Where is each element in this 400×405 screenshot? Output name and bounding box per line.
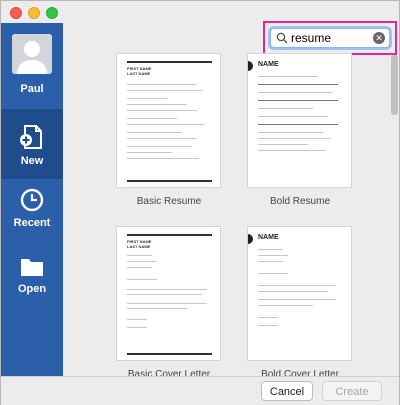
thumb-line (258, 138, 330, 139)
template-bold-resume[interactable]: NAME Bold Resume (247, 53, 352, 207)
template-basic-resume[interactable]: FIRST NAME LAST NAME Basic Resume (116, 53, 221, 207)
sidebar-item-recent[interactable]: Recent (1, 179, 63, 249)
template-thumbnail[interactable]: NAME (247, 226, 352, 361)
thumb-line (258, 273, 288, 274)
avatar (12, 34, 52, 74)
thumb-line (127, 132, 182, 133)
thumb-last-name: LAST NAME (127, 244, 151, 249)
thumb-line (127, 124, 205, 125)
thumb-line (127, 118, 177, 119)
thumb-line (258, 144, 308, 145)
sidebar-item-user[interactable]: Paul (1, 23, 63, 101)
thumb-line (258, 76, 318, 77)
thumb-line (127, 110, 197, 111)
thumb-line (258, 317, 278, 318)
template-name: Basic Resume (136, 196, 202, 207)
template-thumbnail[interactable]: FIRST NAME LAST NAME (116, 53, 221, 188)
thumb-line (258, 305, 313, 306)
thumb-line (127, 255, 152, 256)
sidebar-item-open-label: Open (17, 283, 47, 295)
scrollbar[interactable] (391, 55, 398, 115)
thumb-line (258, 261, 283, 262)
thumb-bottom-bar (127, 353, 212, 355)
sidebar-item-recent-label: Recent (13, 217, 51, 229)
thumb-line (127, 294, 202, 295)
thumb-line (127, 279, 157, 280)
template-basic-cover-letter[interactable]: FIRST NAME LAST NAME Basic Cover Letter (116, 226, 221, 380)
thumb-line (127, 104, 187, 105)
footer-bar: Cancel Create (1, 376, 399, 405)
thumb-line (258, 291, 328, 292)
thumb-line (258, 255, 288, 256)
sidebar-item-new[interactable]: New (1, 109, 63, 179)
template-thumbnail[interactable]: NAME (247, 53, 352, 188)
template-name: Bold Resume (269, 196, 331, 207)
search-icon (276, 32, 288, 44)
thumb-line (127, 327, 147, 328)
create-button[interactable]: Create (322, 381, 382, 401)
thumb-line (127, 138, 197, 139)
close-window-button[interactable] (10, 7, 22, 19)
thumb-line (127, 152, 172, 153)
thumb-name: NAME (258, 234, 279, 241)
thumb-line (127, 308, 187, 309)
thumb-accent-tab (248, 61, 253, 71)
thumb-line (127, 289, 207, 290)
thumb-line (258, 92, 333, 93)
thumb-name-block: FIRST NAME LAST NAME (127, 66, 151, 76)
thumb-top-bar (127, 61, 212, 63)
thumb-top-bar (127, 234, 212, 236)
thumb-line (127, 319, 147, 320)
thumb-line (258, 249, 283, 250)
thumb-line (258, 108, 313, 109)
user-silhouette-icon (12, 34, 52, 74)
thumb-line (127, 303, 207, 304)
sidebar-item-open[interactable]: Open (1, 245, 63, 315)
template-thumbnail[interactable]: FIRST NAME LAST NAME (116, 226, 221, 361)
template-content-area: ✕ FIRST NAME LAST NAME (63, 21, 399, 380)
user-name: Paul (20, 83, 44, 95)
template-bold-cover-letter[interactable]: NAME Bold Cover Letter (247, 226, 352, 380)
thumb-accent-tab (248, 234, 253, 244)
thumb-last-name: LAST NAME (127, 71, 151, 76)
template-gallery-window: Paul New Recent Open resume ✕ FIRST NAME… (0, 0, 400, 405)
title-bar (1, 1, 399, 23)
search-input[interactable] (291, 30, 371, 46)
folder-icon (21, 259, 43, 276)
thumb-line (258, 285, 336, 286)
thumb-line (258, 84, 338, 85)
clock-icon (20, 188, 44, 212)
thumb-line (127, 146, 192, 147)
thumb-name-block: FIRST NAME LAST NAME (127, 239, 151, 249)
thumb-line (258, 116, 328, 117)
thumb-line (127, 267, 152, 268)
thumb-line (127, 261, 157, 262)
sidebar: Paul New Recent Open (1, 23, 63, 376)
thumb-line (127, 98, 167, 99)
thumb-name: NAME (258, 61, 279, 68)
minimize-window-button[interactable] (28, 7, 40, 19)
thumb-line (127, 158, 199, 159)
cancel-button[interactable]: Cancel (261, 381, 313, 401)
thumb-line (258, 150, 326, 151)
thumb-line (258, 299, 336, 300)
thumb-line (258, 100, 338, 101)
search-field[interactable]: ✕ (270, 28, 390, 48)
thumb-line (258, 124, 338, 125)
sidebar-item-new-label: New (20, 155, 44, 167)
thumb-line (127, 90, 202, 91)
thumb-line (258, 325, 278, 326)
maximize-window-button[interactable] (46, 7, 58, 19)
clear-search-icon[interactable]: ✕ (373, 32, 385, 44)
thumb-line (127, 84, 197, 85)
thumb-bottom-bar (127, 180, 212, 182)
new-document-icon (20, 125, 42, 149)
thumb-line (258, 132, 323, 133)
